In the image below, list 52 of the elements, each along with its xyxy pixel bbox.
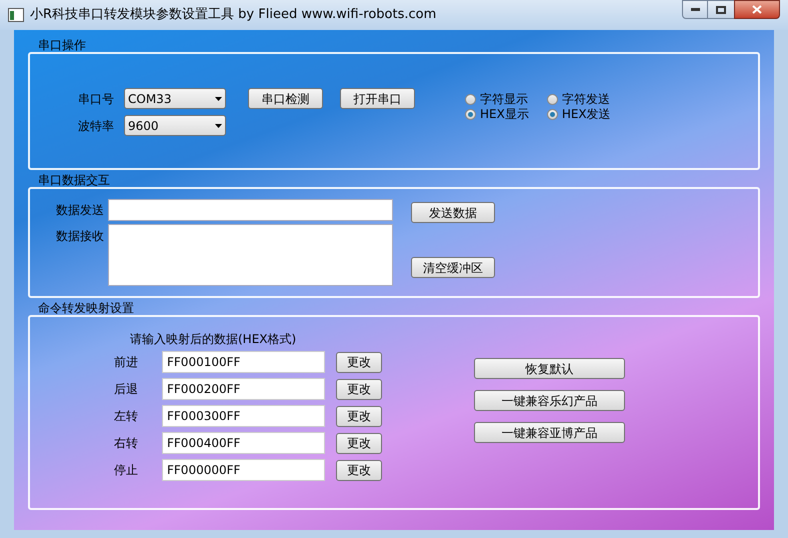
field-label: 数据发送 [56, 202, 104, 219]
dropdown[interactable]: COM33 [124, 88, 226, 109]
input-field[interactable]: FF000100FF [162, 351, 325, 373]
change-button[interactable]: 更改 [336, 352, 382, 372]
close-button[interactable] [734, 0, 780, 19]
change-button[interactable]: 更改 [336, 460, 382, 480]
radio-label: HEX发送 [562, 107, 611, 121]
input-field[interactable]: FF000000FF [162, 459, 325, 481]
preset-button[interactable]: 一键兼容乐幻产品 [474, 390, 625, 411]
command-label: 右转 [114, 435, 139, 452]
maximize-button[interactable] [708, 0, 734, 19]
command-label: 前进 [114, 354, 139, 371]
change-button[interactable]: 更改 [336, 432, 382, 454]
change-button[interactable]: 更改 [336, 378, 382, 400]
radio-button[interactable] [546, 108, 558, 120]
preset-button[interactable]: 恢复默认 [474, 358, 625, 379]
dropdown[interactable]: 9600 [124, 115, 226, 136]
app-icon [8, 8, 24, 22]
field-label: 串口号 [78, 90, 114, 108]
action-button[interactable]: 串口检测 [248, 88, 323, 109]
group-title: 串口数据交互 [37, 173, 111, 187]
clear-button[interactable]: 清空缓冲区 [411, 257, 495, 278]
preset-button[interactable]: 一键兼容亚博产品 [474, 422, 625, 443]
hint-text: 请输入映射后的数据(HEX格式) [130, 331, 298, 347]
radio-label: 字符发送 [562, 92, 610, 106]
radio-button[interactable] [465, 94, 476, 104]
command-label: 左转 [114, 408, 139, 425]
minimize-button[interactable] [682, 0, 708, 19]
input-field[interactable]: FF000300FF [162, 405, 325, 427]
radio-label: HEX显示 [480, 107, 529, 121]
maximize-icon [716, 6, 726, 14]
caret-icon [215, 124, 222, 128]
command-label: 停止 [114, 462, 139, 479]
command-label: 后退 [114, 381, 139, 398]
text-area[interactable] [108, 224, 393, 286]
window-title: 小R科技串口转发模块参数设置工具 by Flieed www.wifi-robots.com [30, 6, 436, 24]
send-button[interactable]: 发送数据 [411, 202, 495, 223]
minimize-icon [690, 8, 700, 11]
radio-label: 字符显示 [480, 92, 528, 106]
radio-button[interactable] [465, 108, 476, 120]
field-label: 数据接收 [56, 228, 104, 245]
input-field[interactable]: FF000400FF [162, 432, 325, 454]
radio-button[interactable] [546, 94, 558, 104]
action-button[interactable]: 打开串口 [340, 88, 415, 109]
change-button[interactable]: 更改 [336, 406, 382, 426]
group-title: 命令转发映射设置 [37, 301, 135, 315]
group-title: 串口操作 [37, 38, 87, 52]
close-icon [752, 5, 762, 14]
input-field[interactable] [108, 199, 393, 221]
caret-icon [215, 96, 222, 100]
field-label: 波特率 [78, 118, 114, 134]
input-field[interactable]: FF000200FF [162, 378, 325, 400]
